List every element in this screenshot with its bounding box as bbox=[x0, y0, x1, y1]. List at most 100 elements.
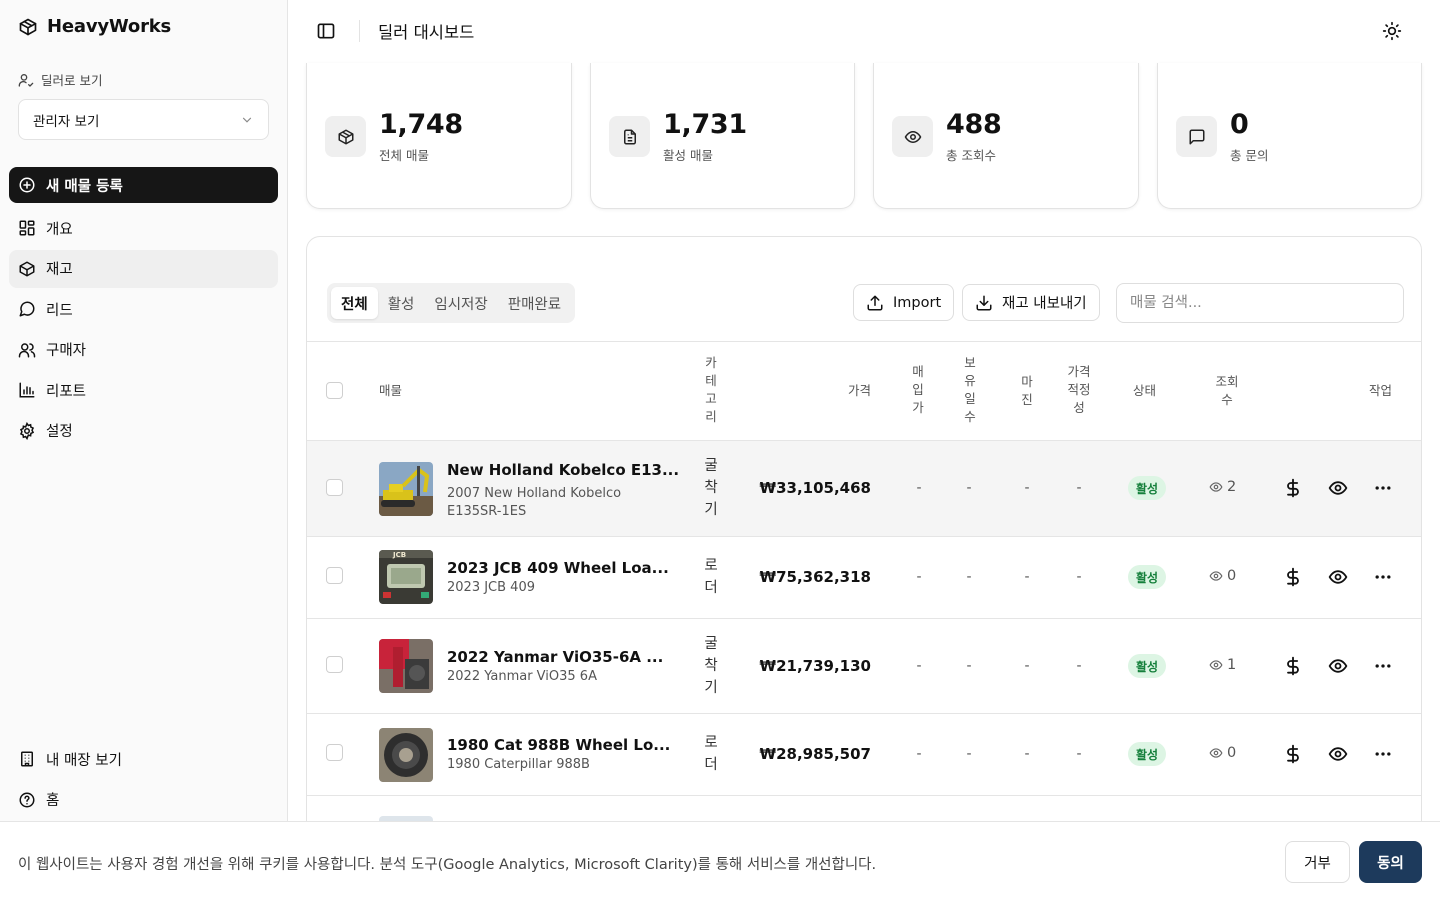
stat-icon-box bbox=[609, 116, 650, 157]
row-checkbox[interactable] bbox=[326, 567, 343, 584]
sidebar-item-label: 리포트 bbox=[46, 383, 87, 400]
tab-sold[interactable]: 판매완료 bbox=[498, 287, 571, 319]
table-row[interactable]: 1980 Cat 988B Wheel Lo... 1980 Caterpill… bbox=[307, 714, 1421, 796]
brand-name: HeavyWorks bbox=[47, 16, 172, 37]
status-badge: 활성 bbox=[1128, 742, 1167, 766]
sidebar-nav: 개요 재고 리드 구매자 리포트 설정 bbox=[9, 209, 278, 452]
status-badge: 활성 bbox=[1128, 565, 1167, 589]
stat-value: 1,748 bbox=[379, 109, 463, 140]
sidebar-item-leads[interactable]: 리드 bbox=[9, 290, 278, 328]
listing-price: ₩21,739,130 bbox=[759, 657, 871, 675]
import-button[interactable]: Import bbox=[853, 284, 955, 321]
sidebar-bottom-nav: 내 매장 보기 홈 bbox=[9, 740, 278, 821]
stat-value: 1,731 bbox=[663, 109, 747, 140]
listing-title[interactable]: 2023 JCB 409 Wheel Loa... bbox=[447, 559, 669, 577]
brand[interactable]: HeavyWorks bbox=[18, 16, 171, 37]
more-icon[interactable] bbox=[1372, 477, 1394, 499]
eye-icon[interactable] bbox=[1327, 566, 1349, 588]
col-listing: 매물 bbox=[379, 383, 403, 398]
table-row[interactable]: 2022 Yanmar ViO35-6A ... 2022 Yanmar ViO… bbox=[307, 619, 1421, 714]
sidebar-item-overview[interactable]: 개요 bbox=[9, 209, 278, 247]
gear-icon bbox=[18, 421, 36, 440]
col-days: 보유일수 bbox=[964, 355, 976, 424]
listing-price: ₩75,362,318 bbox=[759, 568, 871, 586]
search-input[interactable] bbox=[1116, 283, 1404, 323]
tab-draft[interactable]: 임시저장 bbox=[424, 287, 497, 319]
sidebar-item-buyers[interactable]: 구매자 bbox=[9, 331, 278, 369]
more-icon[interactable] bbox=[1372, 655, 1394, 677]
accept-cookies-button[interactable]: 동의 bbox=[1359, 841, 1422, 883]
status-badge: 활성 bbox=[1128, 654, 1167, 678]
sidebar-item-my-store[interactable]: 내 매장 보기 bbox=[9, 740, 278, 778]
stat-card-total-views: 488 총 조회수 bbox=[873, 63, 1139, 209]
inventory-tabs: 전체 활성 임시저장 판매완료 bbox=[327, 283, 576, 323]
sidebar-item-home[interactable]: 홈 bbox=[9, 781, 278, 819]
sun-icon[interactable] bbox=[1382, 21, 1402, 41]
dollar-icon[interactable] bbox=[1282, 655, 1304, 677]
table-row[interactable]: JCB 2023 JCB 409 Wheel Loa... 2023 JCB 4… bbox=[307, 537, 1421, 619]
eye-icon[interactable] bbox=[1327, 477, 1349, 499]
package-icon bbox=[18, 17, 38, 37]
listing-subtitle: 2022 Yanmar ViO35 6A bbox=[447, 669, 597, 684]
listing-margin: - bbox=[1024, 746, 1030, 762]
sidebar-toggle-icon[interactable] bbox=[316, 21, 336, 41]
tab-all[interactable]: 전체 bbox=[331, 287, 378, 319]
sidebar-item-label: 설정 bbox=[46, 424, 73, 440]
sidebar-item-settings[interactable]: 설정 bbox=[9, 412, 278, 450]
listing-fairness: - bbox=[1076, 480, 1082, 496]
listing-views: 1 bbox=[1209, 657, 1236, 673]
row-checkbox[interactable] bbox=[326, 744, 343, 761]
listing-cost: - bbox=[916, 746, 922, 762]
views-count: 1 bbox=[1227, 657, 1237, 673]
eye-icon bbox=[1209, 746, 1223, 760]
row-checkbox[interactable] bbox=[326, 656, 343, 673]
tab-active[interactable]: 활성 bbox=[378, 287, 425, 319]
listing-title[interactable]: 1980 Cat 988B Wheel Lo... bbox=[447, 736, 670, 754]
stat-label: 총 조회수 bbox=[946, 148, 996, 163]
eye-icon bbox=[1209, 658, 1223, 672]
col-category: 카테고리 bbox=[705, 355, 717, 424]
dollar-icon[interactable] bbox=[1282, 743, 1304, 765]
header-divider bbox=[359, 20, 360, 42]
upload-icon bbox=[866, 294, 884, 312]
message-square-icon bbox=[1188, 128, 1206, 146]
listing-margin: - bbox=[1024, 658, 1030, 674]
sidebar-item-reports[interactable]: 리포트 bbox=[9, 371, 278, 409]
stat-label: 활성 매물 bbox=[663, 148, 713, 163]
chevron-down-icon bbox=[240, 113, 254, 127]
eye-icon[interactable] bbox=[1327, 743, 1349, 765]
view-as-text: 딜러로 보기 bbox=[41, 73, 103, 88]
stat-value: 0 bbox=[1230, 109, 1249, 140]
dollar-icon[interactable] bbox=[1282, 477, 1304, 499]
listing-category: 로더 bbox=[704, 558, 718, 596]
listing-title[interactable]: 2022 Yanmar ViO35-6A ... bbox=[447, 648, 663, 666]
stat-label: 총 문의 bbox=[1230, 148, 1269, 163]
listing-cost: - bbox=[916, 480, 922, 496]
more-icon[interactable] bbox=[1372, 743, 1394, 765]
listing-margin: - bbox=[1024, 480, 1030, 496]
stat-value: 488 bbox=[946, 109, 1002, 140]
view-mode-select[interactable]: 관리자 보기 bbox=[18, 99, 269, 140]
eye-icon[interactable] bbox=[1327, 655, 1349, 677]
table-header: 매물 카테고리 가격 매입가 보유일수 마진 가격적정성 상태 조회수 작업 bbox=[307, 341, 1421, 441]
stat-icon-box bbox=[325, 116, 366, 157]
cookie-consent-bar: 이 웹사이트는 사용자 경험 개선을 위해 쿠키를 사용합니다. 분석 도구(G… bbox=[0, 821, 1440, 900]
export-button[interactable]: 재고 내보내기 bbox=[962, 284, 1100, 321]
new-listing-button[interactable]: 새 매물 등록 bbox=[9, 167, 278, 203]
reject-cookies-button[interactable]: 거부 bbox=[1285, 841, 1350, 883]
row-checkbox[interactable] bbox=[326, 479, 343, 496]
sidebar: HeavyWorks 딜러로 보기 관리자 보기 새 매물 등록 개요 재고 리… bbox=[0, 0, 288, 900]
plus-circle-icon bbox=[18, 176, 36, 194]
more-icon[interactable] bbox=[1372, 566, 1394, 588]
table-row[interactable]: New Holland Kobelco E13... 2007 New Holl… bbox=[307, 441, 1421, 537]
listing-views: 2 bbox=[1209, 479, 1236, 495]
listing-days: - bbox=[966, 658, 972, 674]
listing-title[interactable]: New Holland Kobelco E13... bbox=[447, 461, 679, 479]
download-icon bbox=[975, 294, 993, 312]
select-all-checkbox[interactable] bbox=[326, 382, 343, 399]
page-title: 딜러 대시보드 bbox=[378, 23, 475, 42]
dollar-icon[interactable] bbox=[1282, 566, 1304, 588]
package-icon bbox=[337, 128, 355, 146]
bar-chart-icon bbox=[18, 381, 36, 399]
sidebar-item-inventory[interactable]: 재고 bbox=[9, 249, 278, 288]
